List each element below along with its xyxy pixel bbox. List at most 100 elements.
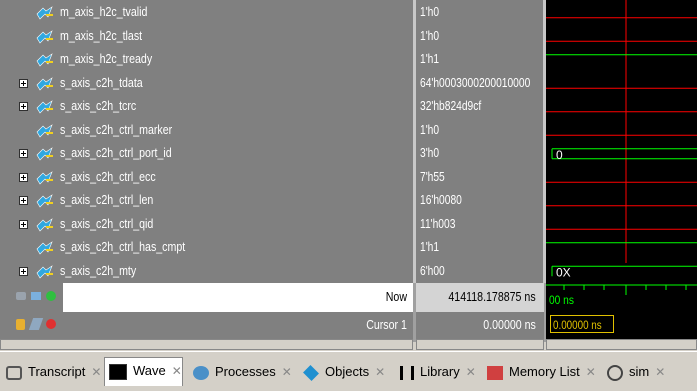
close-icon[interactable]: ✕ bbox=[282, 365, 292, 379]
add-icon[interactable] bbox=[46, 291, 56, 301]
signal-value: 1'h0 bbox=[420, 28, 440, 43]
expand-icon[interactable] bbox=[19, 149, 28, 158]
memory-list-icon bbox=[487, 365, 503, 380]
signal-name: s_axis_c2h_ctrl_ecc bbox=[60, 169, 156, 184]
cursor-wave-label: 0.00000 ns bbox=[553, 318, 602, 332]
now-icons-area bbox=[0, 283, 63, 312]
signal-value: 16'h0080 bbox=[420, 193, 462, 207]
now-value: 414118.178875 ns bbox=[448, 290, 536, 304]
signal-icon bbox=[36, 100, 53, 114]
now-row-background bbox=[63, 283, 413, 312]
signal-name: s_axis_c2h_tdata bbox=[60, 75, 143, 90]
cursor-time-box[interactable]: 0.00000 ns bbox=[550, 315, 614, 333]
lock-icon[interactable] bbox=[16, 319, 25, 330]
signal-icon bbox=[36, 170, 53, 184]
signal-row[interactable]: m_axis_h2c_tlast bbox=[0, 25, 413, 49]
signal-icon bbox=[36, 264, 53, 278]
signal-row[interactable]: s_axis_c2h_ctrl_has_cmpt bbox=[0, 236, 413, 260]
remove-icon[interactable] bbox=[46, 319, 56, 329]
signal-icon bbox=[36, 217, 53, 231]
expand-icon[interactable] bbox=[19, 78, 28, 88]
tab-library[interactable]: Library ✕ bbox=[396, 359, 476, 385]
cursor-timeline: 0.00000 ns bbox=[546, 312, 697, 339]
signal-row[interactable]: s_axis_c2h_tcrc bbox=[0, 95, 413, 119]
signal-value: 64'h0003000200010000 bbox=[420, 75, 531, 90]
signal-row[interactable]: m_axis_h2c_tready bbox=[0, 48, 413, 72]
tab-processes[interactable]: Processes ✕ bbox=[189, 359, 292, 385]
signal-icon bbox=[36, 6, 53, 20]
tab-bar: Transcript ✕ Wave ✕ Processes ✕ Objects ✕ Li… bbox=[0, 351, 697, 391]
signal-row[interactable]: s_axis_c2h_mty bbox=[0, 260, 413, 284]
close-icon[interactable]: ✕ bbox=[466, 365, 476, 379]
values-scrollbar[interactable] bbox=[416, 339, 544, 350]
signal-value: 1'h1 bbox=[420, 52, 440, 66]
tab-objects[interactable]: Objects ✕ bbox=[299, 359, 385, 385]
processes-icon bbox=[193, 365, 209, 380]
names-scrollbar[interactable] bbox=[0, 339, 413, 350]
zoom-icon[interactable] bbox=[16, 292, 26, 300]
expand-icon[interactable] bbox=[19, 266, 28, 276]
signal-values-pane: 1'h0 1'h0 1'h1 64'h0003000200010000 32'hb824… bbox=[416, 0, 544, 283]
tab-transcript[interactable]: Transcript ✕ bbox=[2, 359, 101, 385]
wave-scrollbar[interactable] bbox=[546, 339, 697, 350]
signal-name: s_axis_c2h_tcrc bbox=[60, 99, 137, 113]
expand-icon[interactable] bbox=[19, 196, 28, 205]
signal-name: m_axis_h2c_tlast bbox=[60, 28, 143, 43]
timeline-ruler[interactable]: 00 ns bbox=[546, 283, 697, 312]
signal-name: m_axis_h2c_tvalid bbox=[60, 5, 148, 19]
transcript-icon bbox=[6, 365, 22, 380]
close-icon[interactable]: ✕ bbox=[91, 365, 101, 379]
close-icon[interactable]: ✕ bbox=[375, 365, 385, 379]
signal-row[interactable]: s_axis_c2h_tdata bbox=[0, 72, 413, 96]
close-icon[interactable]: ✕ bbox=[655, 365, 665, 379]
waveform-pane[interactable]: 0 0X bbox=[546, 0, 697, 283]
signal-row[interactable]: s_axis_c2h_ctrl_len bbox=[0, 189, 413, 213]
tab-sim[interactable]: sim ✕ bbox=[603, 359, 665, 385]
monitor-icon[interactable] bbox=[31, 292, 41, 300]
signal-value: 1'h0 bbox=[420, 5, 440, 19]
signal-name: m_axis_h2c_tready bbox=[60, 52, 153, 66]
expand-icon[interactable] bbox=[19, 172, 28, 182]
signal-name: s_axis_c2h_mty bbox=[60, 263, 137, 278]
signal-row[interactable]: s_axis_c2h_ctrl_ecc bbox=[0, 166, 413, 190]
mty-wave-label: 0X bbox=[556, 266, 571, 280]
signal-names-pane: m_axis_h2c_tvalid m_axis_h2c_tlast m_axis_… bbox=[0, 0, 413, 283]
expand-icon[interactable] bbox=[19, 102, 28, 111]
signal-row[interactable]: m_axis_h2c_tvalid bbox=[0, 1, 413, 25]
close-icon[interactable]: ✕ bbox=[586, 365, 596, 379]
tab-wave[interactable]: Wave ✕ bbox=[104, 357, 183, 386]
signal-name: s_axis_c2h_ctrl_qid bbox=[60, 216, 154, 231]
signal-value: 1'h0 bbox=[420, 122, 440, 137]
signal-row[interactable]: s_axis_c2h_ctrl_marker bbox=[0, 119, 413, 143]
signal-icon bbox=[36, 53, 53, 67]
signal-icon bbox=[36, 194, 53, 208]
signal-row[interactable]: s_axis_c2h_ctrl_qid bbox=[0, 213, 413, 237]
signal-row[interactable]: s_axis_c2h_ctrl_port_id bbox=[0, 142, 413, 166]
signal-value: 11'h003 bbox=[420, 216, 456, 231]
signal-icon bbox=[36, 147, 53, 161]
signal-name: s_axis_c2h_ctrl_marker bbox=[60, 122, 173, 137]
signal-name: s_axis_c2h_ctrl_len bbox=[60, 193, 154, 207]
expand-icon[interactable] bbox=[19, 219, 28, 229]
port-id-wave-label: 0 bbox=[556, 148, 563, 162]
signal-icon bbox=[36, 123, 53, 137]
close-icon[interactable]: ✕ bbox=[172, 364, 182, 378]
waveform-canvas: 0 0X bbox=[546, 0, 697, 280]
sim-icon bbox=[607, 364, 623, 381]
objects-icon bbox=[303, 364, 319, 381]
edit-cursor-icon[interactable] bbox=[28, 318, 44, 330]
library-icon bbox=[400, 365, 414, 380]
now-label: Now bbox=[385, 290, 407, 304]
tab-memory-list[interactable]: Memory List ✕ bbox=[483, 359, 596, 385]
now-value-cell: 414118.178875 ns bbox=[416, 283, 544, 312]
signal-value: 7'h55 bbox=[420, 169, 445, 184]
cursor-row-background bbox=[0, 312, 413, 339]
wave-icon bbox=[109, 363, 127, 380]
signal-icon bbox=[36, 76, 53, 90]
signal-value: 32'hb824d9cf bbox=[420, 99, 482, 113]
cursor-value-cell: 0.00000 ns bbox=[416, 312, 544, 339]
now-wave-label: 00 ns bbox=[549, 293, 574, 307]
signal-name: s_axis_c2h_ctrl_port_id bbox=[60, 146, 172, 160]
signal-value: 3'h0 bbox=[420, 146, 440, 160]
signal-icon bbox=[36, 241, 53, 255]
